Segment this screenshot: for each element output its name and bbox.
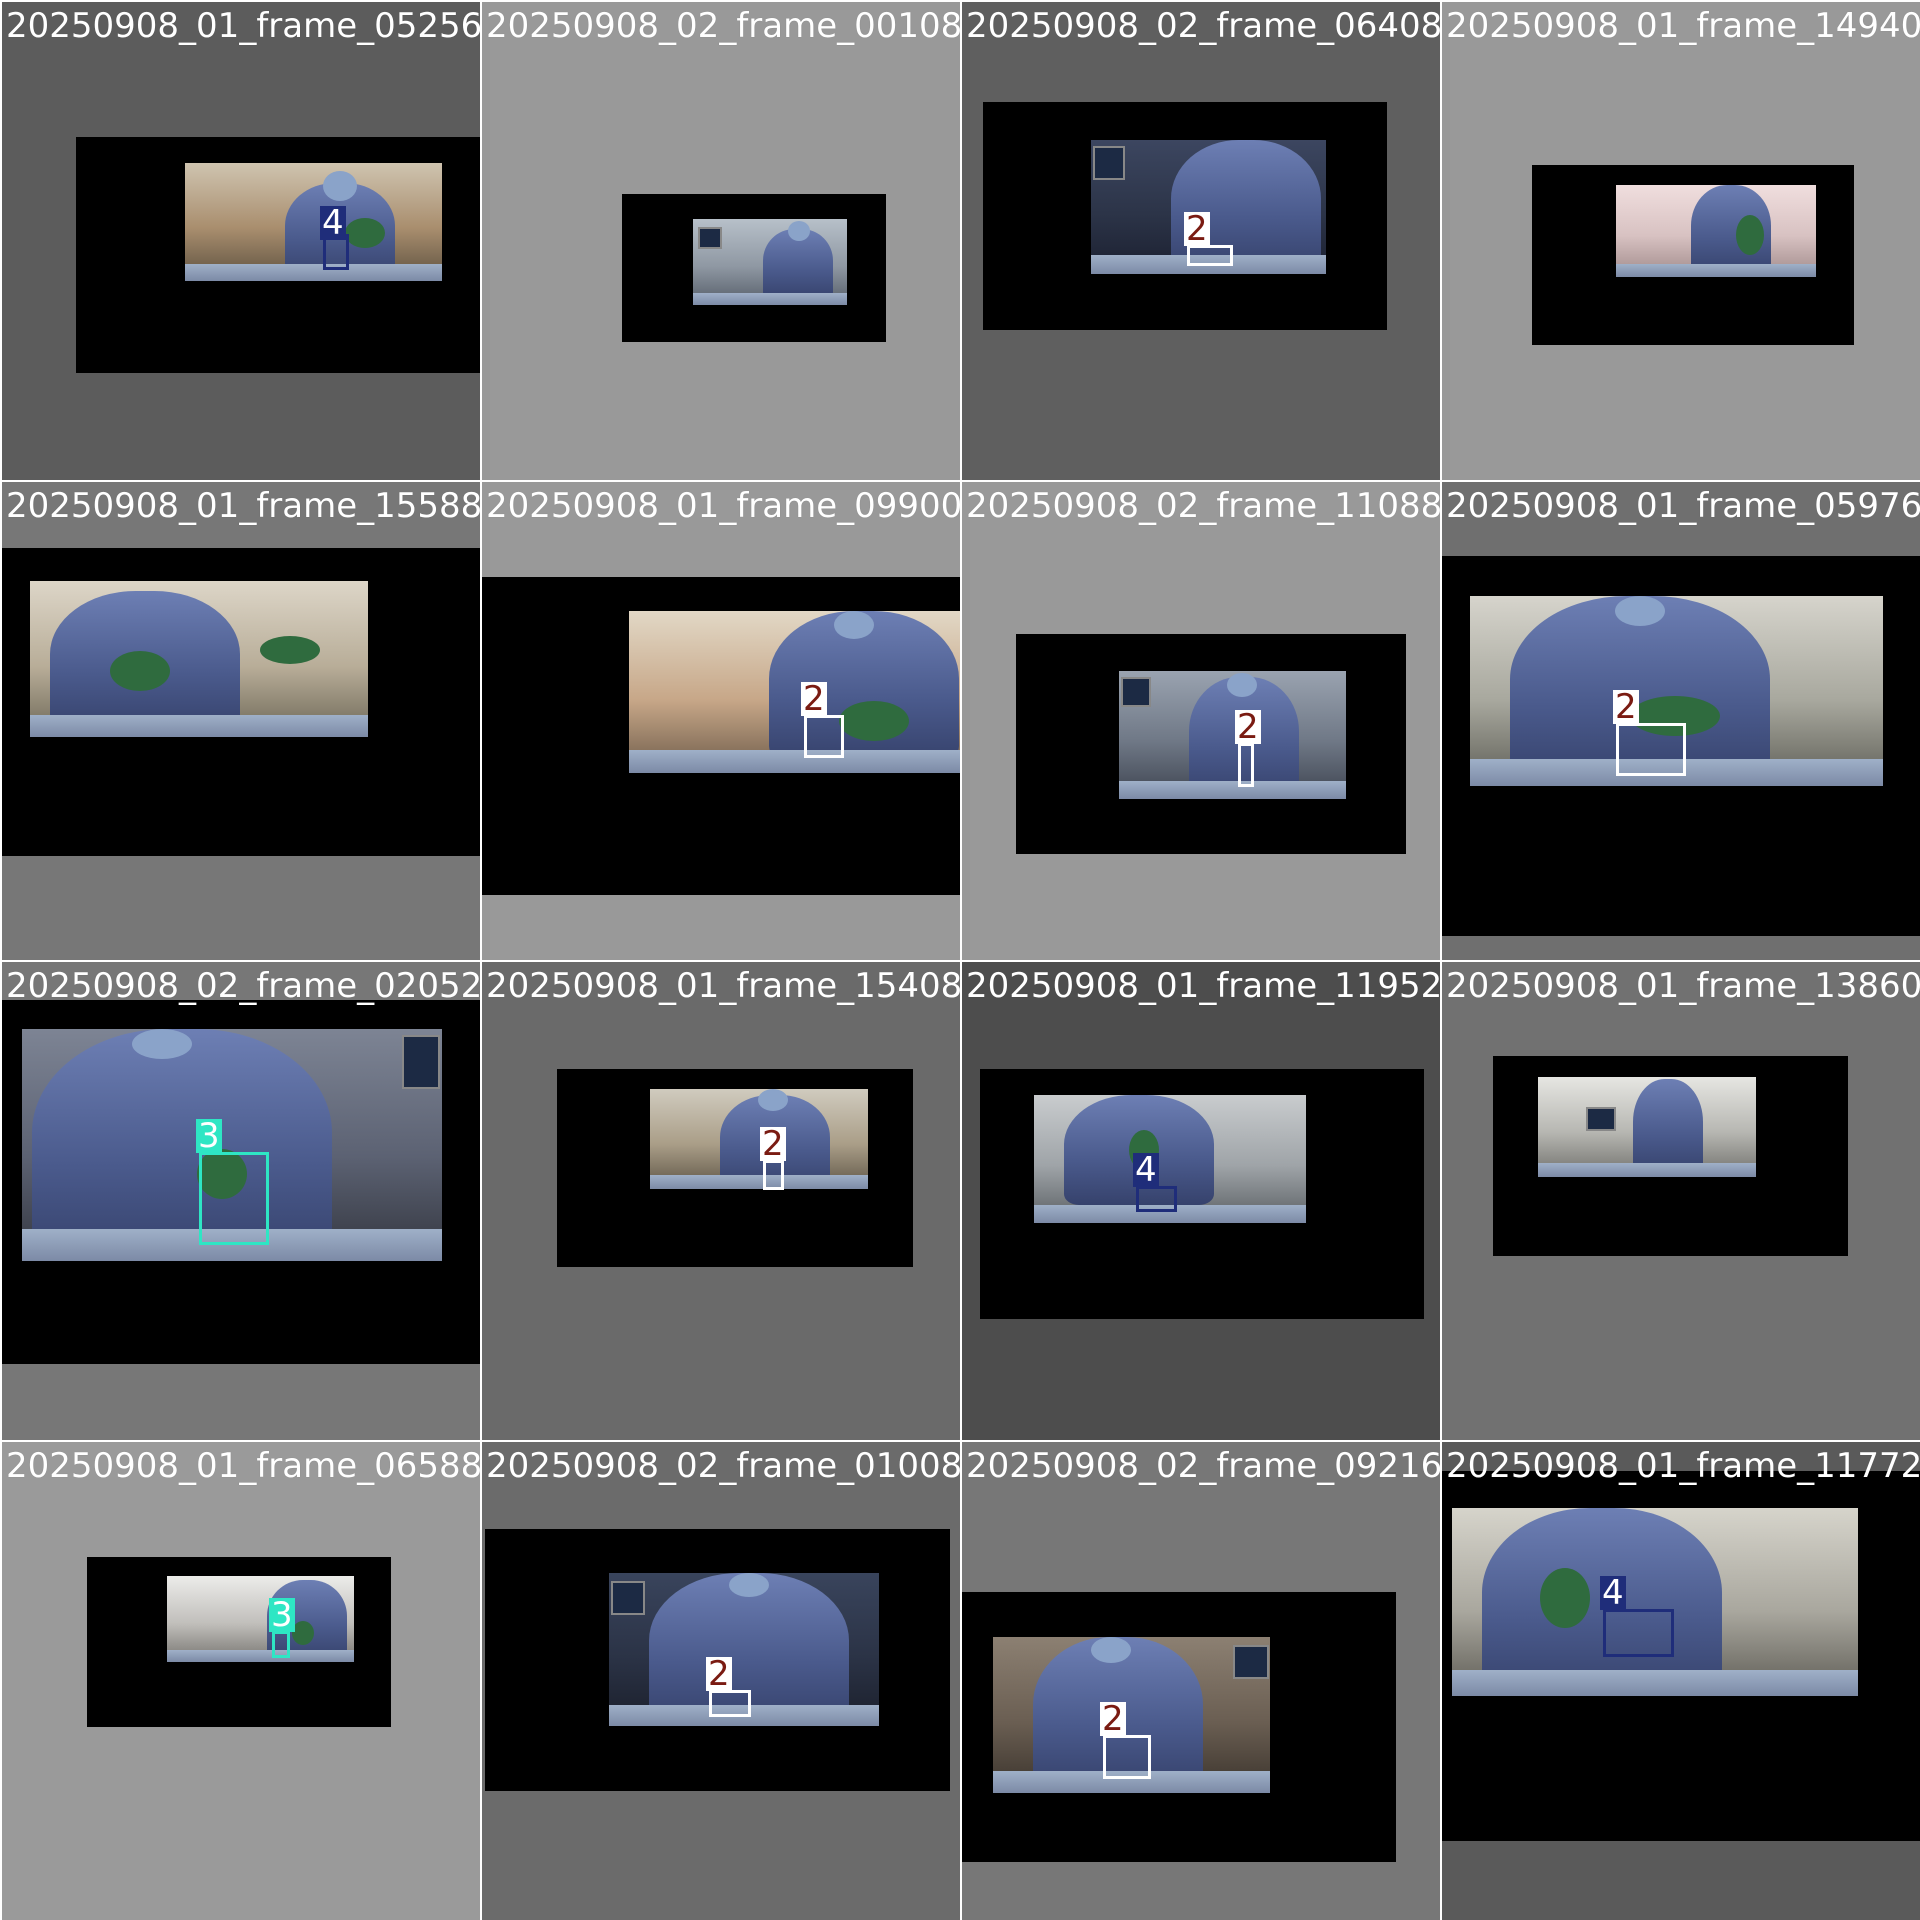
surgery-photo <box>1616 185 1816 277</box>
image-filename: 20250908_01_frame_11772.png <box>1446 1446 1920 1486</box>
class-label: 2 <box>1184 209 1210 249</box>
detection-box <box>1616 723 1686 776</box>
surgery-photo <box>629 611 960 773</box>
tile-8: 2 20250908_01_frame_05976.png <box>1442 482 1920 960</box>
class-label: 2 <box>801 679 827 719</box>
image-filename: 20250908_02_frame_09216.png <box>966 1446 1440 1486</box>
class-label: 4 <box>1133 1150 1159 1190</box>
tile-10: 2 20250908_01_frame_15408.png <box>482 962 960 1440</box>
tile-3: 2 20250908_02_frame_06408.png <box>962 2 1440 480</box>
image-filename: 20250908_01_frame_13860.png <box>1446 966 1920 1006</box>
class-label: 3 <box>269 1595 295 1635</box>
image-filename: 20250908_02_frame_02052.png <box>6 966 480 1006</box>
class-label: 2 <box>760 1124 786 1164</box>
tile-1: 4 20250908_01_frame_05256.png <box>2 2 480 480</box>
surgery-photo <box>650 1089 868 1189</box>
image-filename: 20250908_02_frame_06408.png <box>966 6 1440 46</box>
tile-11: 4 20250908_01_frame_11952.png <box>962 962 1440 1440</box>
tile-5: 20250908_01_frame_15588.png <box>2 482 480 960</box>
detection-box <box>763 1160 784 1190</box>
class-label: 2 <box>1613 687 1639 727</box>
surgery-photo <box>1452 1508 1858 1696</box>
surgery-photo <box>167 1576 354 1662</box>
detection-box <box>1103 1735 1151 1779</box>
image-filename: 20250908_01_frame_11952.png <box>966 966 1440 1006</box>
tile-4: 20250908_01_frame_14940.png <box>1442 2 1920 480</box>
tile-9: 3 20250908_02_frame_02052.png <box>2 962 480 1440</box>
tile-13: 3 20250908_01_frame_06588.png <box>2 1442 480 1920</box>
class-label: 2 <box>706 1654 732 1694</box>
image-filename: 20250908_01_frame_05976.png <box>1446 486 1920 526</box>
tile-7: 2 20250908_02_frame_11088.png <box>962 482 1440 960</box>
class-label: 4 <box>320 203 346 243</box>
class-label: 2 <box>1235 707 1261 747</box>
detection-box <box>272 1631 290 1658</box>
detection-box <box>1603 1609 1674 1657</box>
surgery-photo <box>185 163 442 281</box>
detection-box <box>804 715 844 758</box>
image-filename: 20250908_01_frame_06588.png <box>6 1446 480 1486</box>
image-filename: 20250908_02_frame_01008.png <box>486 1446 960 1486</box>
detection-box <box>199 1152 269 1245</box>
image-filename: 20250908_01_frame_15588.png <box>6 486 480 526</box>
image-filename: 20250908_01_frame_15408.png <box>486 966 960 1006</box>
tile-6: 2 20250908_01_frame_09900.png <box>482 482 960 960</box>
image-filename: 20250908_02_frame_11088.png <box>966 486 1440 526</box>
tile-2: 20250908_02_frame_00108.png <box>482 2 960 480</box>
detection-box <box>709 1690 751 1717</box>
image-filename: 20250908_01_frame_09900.png <box>486 486 960 526</box>
class-label: 2 <box>1100 1699 1126 1739</box>
surgery-photo <box>30 581 368 737</box>
image-filename: 20250908_02_frame_00108.png <box>486 6 960 46</box>
tile-16: 4 20250908_01_frame_11772.png <box>1442 1442 1920 1920</box>
detection-mosaic: 4 20250908_01_frame_05256.png 20250908_0… <box>0 0 1920 1920</box>
tile-12: 20250908_01_frame_13860.png <box>1442 962 1920 1440</box>
class-label: 3 <box>196 1116 222 1156</box>
surgery-photo <box>693 219 847 305</box>
image-filename: 20250908_01_frame_14940.png <box>1446 6 1920 46</box>
image-filename: 20250908_01_frame_05256.png <box>6 6 480 46</box>
class-label: 4 <box>1600 1573 1626 1613</box>
surgery-photo <box>1538 1077 1756 1177</box>
detection-box <box>1238 743 1254 787</box>
surgery-photo <box>1119 671 1346 799</box>
tile-15: 2 20250908_02_frame_09216.png <box>962 1442 1440 1920</box>
tile-14: 2 20250908_02_frame_01008.png <box>482 1442 960 1920</box>
